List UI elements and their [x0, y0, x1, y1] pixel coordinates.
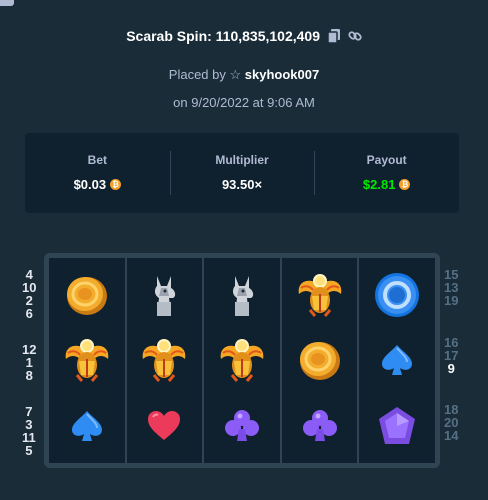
- bet-stat: Bet $0.03 ₿: [25, 133, 170, 213]
- payline-number: 8: [25, 368, 33, 383]
- username[interactable]: skyhook007: [245, 67, 319, 82]
- slot-board: [44, 253, 440, 468]
- purple-club-icon: [290, 394, 350, 458]
- red-heart-icon: [134, 394, 194, 458]
- payout-label: Payout: [366, 153, 407, 167]
- bet-value-row: $0.03 ₿: [25, 177, 170, 192]
- multiplier-value: 93.50×: [221, 177, 263, 192]
- reel-grid: [49, 258, 435, 463]
- payline-number: 6: [25, 306, 33, 321]
- gold-coin-icon: [57, 263, 117, 327]
- btc-coin-icon: ₿: [110, 179, 122, 190]
- blue-spade-icon: [57, 394, 117, 458]
- right-payline-group: 15 13 19: [444, 268, 458, 307]
- close-icon[interactable]: [0, 0, 14, 6]
- multiplier-stat: Multiplier 93.50×: [169, 133, 315, 213]
- silver-jackal-icon: [212, 263, 272, 327]
- right-payline-group: 18 20 14: [444, 403, 458, 442]
- payout-stat: Payout $2.81 ₿: [314, 133, 459, 213]
- payline-number: 9: [447, 361, 455, 376]
- payout-value-row: $2.81 ₿: [314, 177, 459, 192]
- blue-spade-icon: [367, 328, 427, 392]
- purple-club-icon: [212, 394, 272, 458]
- star-icon: ☆: [229, 67, 242, 82]
- left-payline-group: 4 10 2 6: [22, 268, 36, 320]
- payline-number: 5: [25, 443, 33, 458]
- payout-value: $2.81: [362, 177, 396, 192]
- link-icon[interactable]: [348, 29, 362, 46]
- reel-column: [359, 258, 435, 463]
- purple-gem-icon: [367, 394, 427, 458]
- bet-stats-panel: Bet $0.03 ₿ Multiplier 93.50× Payout $2.…: [25, 133, 459, 213]
- reel-column: [204, 258, 280, 463]
- placed-by-line: Placed by ☆ skyhook007: [0, 67, 488, 83]
- right-payline-group: 16 17 9: [444, 336, 458, 375]
- silver-jackal-icon: [134, 263, 194, 327]
- copy-icon[interactable]: [327, 28, 340, 46]
- bet-label: Bet: [87, 153, 107, 167]
- scarab-icon: [212, 328, 272, 392]
- multiplier-label: Multiplier: [215, 153, 269, 167]
- gold-coin-icon: [290, 328, 350, 392]
- blue-ring-icon: [367, 263, 427, 327]
- scarab-icon: [57, 328, 117, 392]
- game-title: Scarab Spin: 110,835,102,409: [126, 28, 321, 44]
- scarab-icon: [290, 263, 350, 327]
- reel-column: [49, 258, 125, 463]
- reel-column: [281, 258, 358, 463]
- placed-by-label: Placed by: [168, 67, 226, 82]
- reel-column: [126, 258, 203, 463]
- multiplier-value-row: 93.50×: [170, 177, 315, 192]
- bet-value: $0.03: [73, 177, 107, 192]
- payline-number: 19: [444, 293, 459, 308]
- btc-coin-icon: ₿: [399, 179, 411, 190]
- left-payline-group: 7 3 11 5: [22, 405, 36, 457]
- scarab-icon: [134, 328, 194, 392]
- left-payline-group: 12 1 8: [22, 343, 36, 382]
- payline-number: 14: [444, 428, 459, 443]
- bet-date: on 9/20/2022 at 9:06 AM: [173, 95, 315, 110]
- game-title-row: Scarab Spin: 110,835,102,409: [0, 28, 488, 46]
